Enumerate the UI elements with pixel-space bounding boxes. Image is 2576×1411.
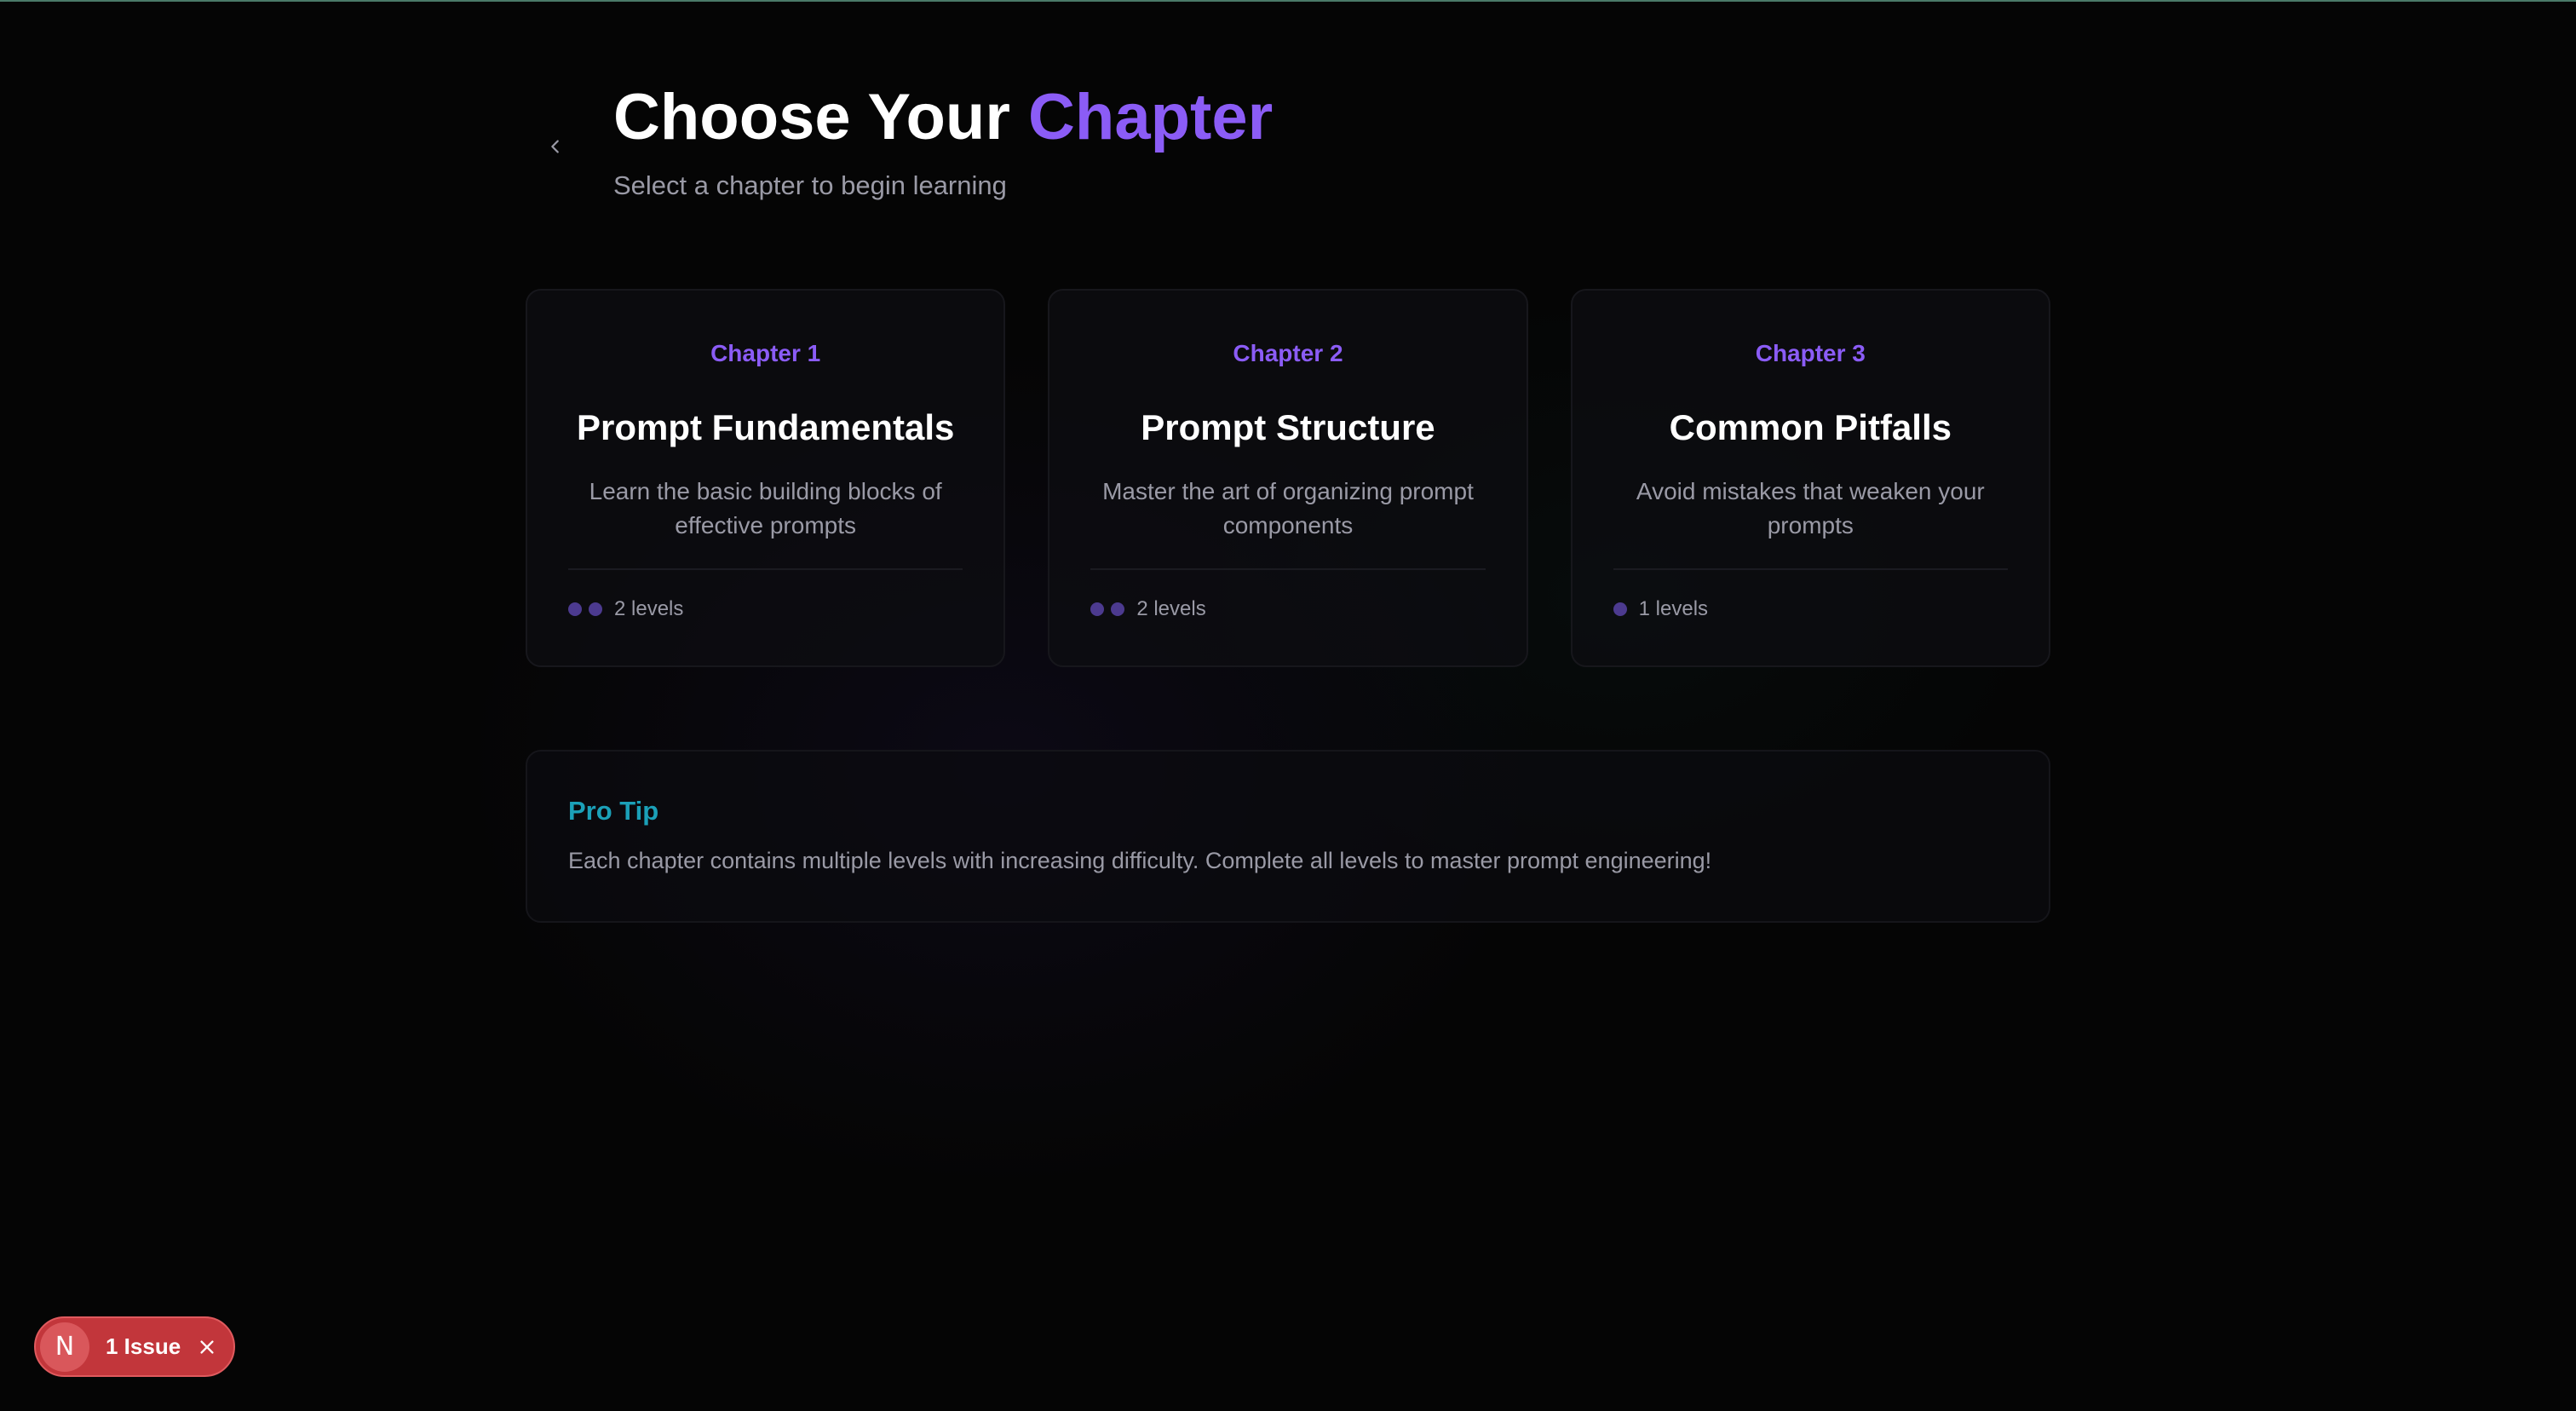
levels-count: 2 levels <box>1136 597 1206 620</box>
chapter-number-label: Chapter 2 <box>1233 340 1343 366</box>
level-dot <box>1613 602 1627 616</box>
page-title-accent: Chapter <box>1028 81 1274 153</box>
chapter-description: Master the art of organizing prompt comp… <box>1102 478 1474 538</box>
level-dot <box>1090 602 1105 616</box>
top-accent-line <box>0 0 2576 2</box>
page-header: Choose Your Chapter Select a chapter to … <box>613 77 1273 203</box>
chapter-levels-footer: 2 levels <box>1090 597 1206 621</box>
level-dots <box>1613 602 1627 616</box>
card-divider <box>1090 568 1486 570</box>
chapter-card-2[interactable]: Chapter 2 Prompt Structure Master the ar… <box>1048 289 1528 667</box>
chapter-number-label: Chapter 3 <box>1755 340 1866 366</box>
chapter-title: Prompt Structure <box>1141 407 1435 447</box>
nextjs-logo-icon: N <box>40 1322 89 1372</box>
card-divider <box>568 568 963 570</box>
level-dots <box>568 602 602 616</box>
chapter-levels-footer: 1 levels <box>1613 597 1708 621</box>
levels-count: 2 levels <box>614 597 684 620</box>
chevron-left-icon <box>551 140 559 153</box>
pro-tip-text: Each chapter contains multiple levels wi… <box>568 848 1712 873</box>
chapter-description: Learn the basic building blocks of effec… <box>589 478 942 538</box>
issue-count-label: 1 Issue <box>106 1333 181 1359</box>
page-title: Choose Your Chapter <box>613 77 1273 158</box>
chapter-card-3[interactable]: Chapter 3 Common Pitfalls Avoid mistakes… <box>1570 289 2050 667</box>
level-dot <box>1111 602 1125 616</box>
pro-tip-box: Pro Tip Each chapter contains multiple l… <box>526 750 2050 923</box>
page-title-main: Choose Your <box>613 81 1029 153</box>
chapter-description: Avoid mistakes that weaken your prompts <box>1636 478 1985 538</box>
chapter-title: Prompt Fundamentals <box>576 407 955 447</box>
card-divider <box>1613 568 2008 570</box>
page-subtitle: Select a chapter to begin learning <box>613 170 1007 200</box>
pro-tip-title: Pro Tip <box>568 796 659 826</box>
level-dot <box>589 602 602 616</box>
dev-issues-badge[interactable]: N 1 Issue <box>34 1316 235 1377</box>
back-button[interactable] <box>537 128 574 165</box>
levels-count: 1 levels <box>1638 597 1709 620</box>
chapter-card-1[interactable]: Chapter 1 Prompt Fundamentals Learn the … <box>526 289 1006 667</box>
level-dots <box>1090 602 1125 616</box>
chapter-card-list: Chapter 1 Prompt Fundamentals Learn the … <box>526 289 2050 667</box>
chapter-title: Common Pitfalls <box>1669 407 1952 447</box>
close-icon[interactable] <box>196 1336 218 1358</box>
chapter-levels-footer: 2 levels <box>568 597 683 621</box>
chapter-number-label: Chapter 1 <box>710 340 821 366</box>
level-dot <box>568 602 582 616</box>
